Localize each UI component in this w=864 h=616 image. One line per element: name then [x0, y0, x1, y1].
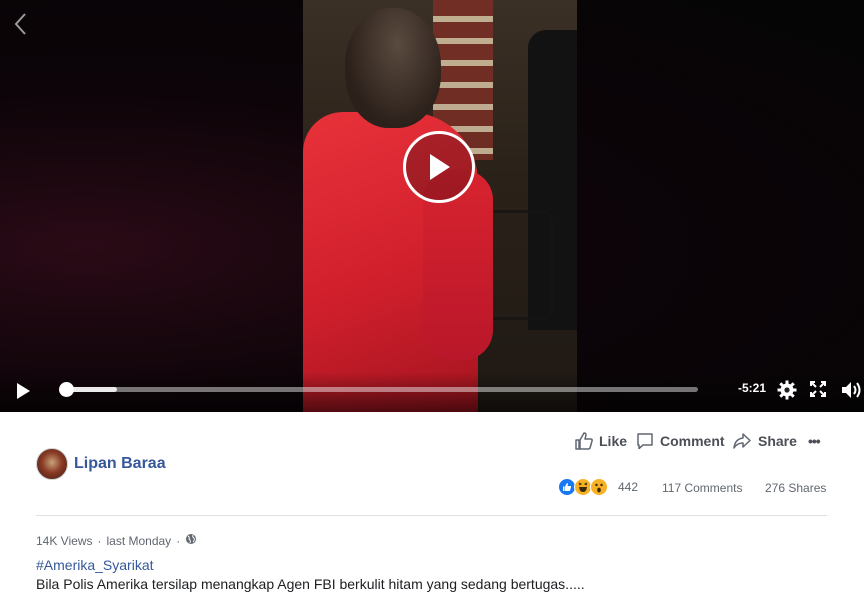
wow-reaction-icon [590, 478, 608, 496]
share-button[interactable]: Share [732, 430, 797, 452]
divider [36, 515, 827, 516]
comment-label: Comment [660, 433, 725, 449]
video-controls: -5:21 [0, 372, 864, 412]
video-frame [303, 0, 577, 412]
share-label: Share [758, 433, 797, 449]
time-remaining: -5:21 [737, 381, 766, 395]
comment-icon [637, 433, 653, 450]
progress-bar[interactable] [59, 382, 698, 397]
comments-count[interactable]: 117 Comments [662, 481, 742, 495]
avatar[interactable] [36, 448, 68, 480]
gear-icon[interactable] [776, 379, 798, 401]
globe-icon [185, 533, 197, 548]
volume-icon[interactable] [840, 379, 864, 401]
man-figure-head [345, 8, 441, 128]
play-icon[interactable] [12, 380, 34, 402]
play-circle-icon[interactable] [403, 131, 475, 203]
like-label: Like [599, 433, 628, 449]
meta-separator: · [176, 533, 181, 548]
hashtag-link[interactable]: #Amerika_Syarikat [36, 557, 154, 573]
view-count: 14K Views [36, 533, 93, 548]
chevron-left-icon[interactable] [8, 8, 32, 40]
like-button[interactable]: Like [575, 430, 627, 452]
share-icon [733, 433, 751, 449]
post-author[interactable]: Lipan Baraa [36, 448, 166, 480]
post-date[interactable]: last Monday [106, 534, 171, 548]
author-name[interactable]: Lipan Baraa [74, 455, 166, 473]
post-caption: Bila Polis Amerika tersilap menangkap Ag… [36, 576, 585, 592]
progress-knob[interactable] [59, 382, 74, 397]
comment-button[interactable]: Comment [636, 430, 725, 452]
post-meta: 14K Views · last Monday · [36, 533, 197, 548]
reactions-summary[interactable]: 442 [558, 477, 638, 497]
more-icon: ••• [808, 433, 821, 449]
reaction-count: 442 [618, 480, 639, 494]
more-options-button[interactable]: ••• [808, 430, 821, 452]
shares-count[interactable]: 276 Shares [765, 481, 826, 495]
fullscreen-icon[interactable] [808, 379, 828, 399]
meta-separator: · [97, 533, 102, 548]
video-player[interactable]: -5:21 [0, 0, 864, 412]
thumbs-up-icon [575, 432, 593, 450]
